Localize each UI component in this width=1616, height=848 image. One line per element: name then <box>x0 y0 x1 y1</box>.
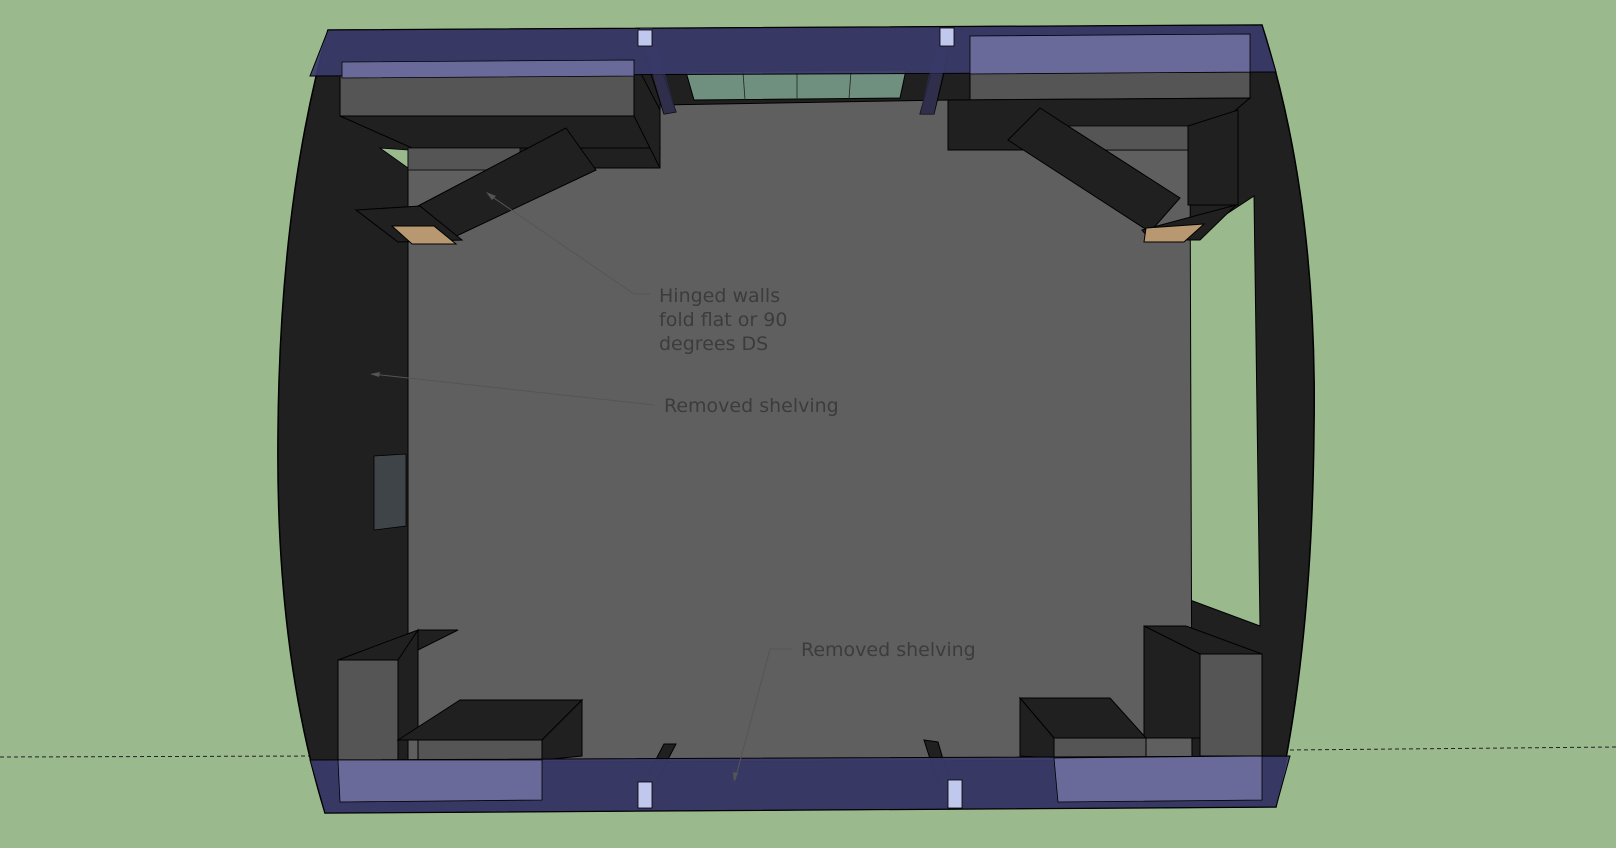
shelf-bottom-right-front <box>1199 653 1263 757</box>
shelf-bottom-left-front <box>337 659 399 761</box>
glass-panel-top-left <box>341 59 635 79</box>
marker-bottom-right <box>947 779 963 809</box>
room-model-drawing: Hinged walls fold flat or 90 degrees DS … <box>0 24 1616 814</box>
marker-top-right <box>939 27 955 47</box>
shelf-bottom-right-low-front <box>1053 737 1147 759</box>
annotation-removed-shelving-bottom: Removed shelving <box>801 639 976 661</box>
annotation-hinged-walls-line-1: Hinged walls <box>659 285 780 307</box>
left-wall-panel <box>373 453 407 531</box>
glass-panel-top-right <box>969 33 1251 75</box>
annotation-hinged-walls-line-3: degrees DS <box>659 333 768 355</box>
ground-axis-line-right <box>1289 746 1616 751</box>
annotation-hinged-walls-line-2: fold flat or 90 <box>659 309 787 331</box>
glass-panel-bottom-right <box>1053 755 1263 803</box>
marker-top-left <box>637 29 653 47</box>
glass-panel-bottom-left <box>337 759 543 803</box>
shelf-bottom-left-low-front <box>417 739 543 761</box>
ground-axis-line-left <box>0 755 321 758</box>
sketchup-viewport[interactable]: Hinged walls fold flat or 90 degrees DS … <box>0 0 1616 848</box>
shelf-right-column <box>1187 109 1239 206</box>
right-gap-green <box>1189 195 1261 627</box>
annotation-removed-shelving-left: Removed shelving <box>664 395 839 417</box>
marker-bottom-left <box>637 781 653 809</box>
